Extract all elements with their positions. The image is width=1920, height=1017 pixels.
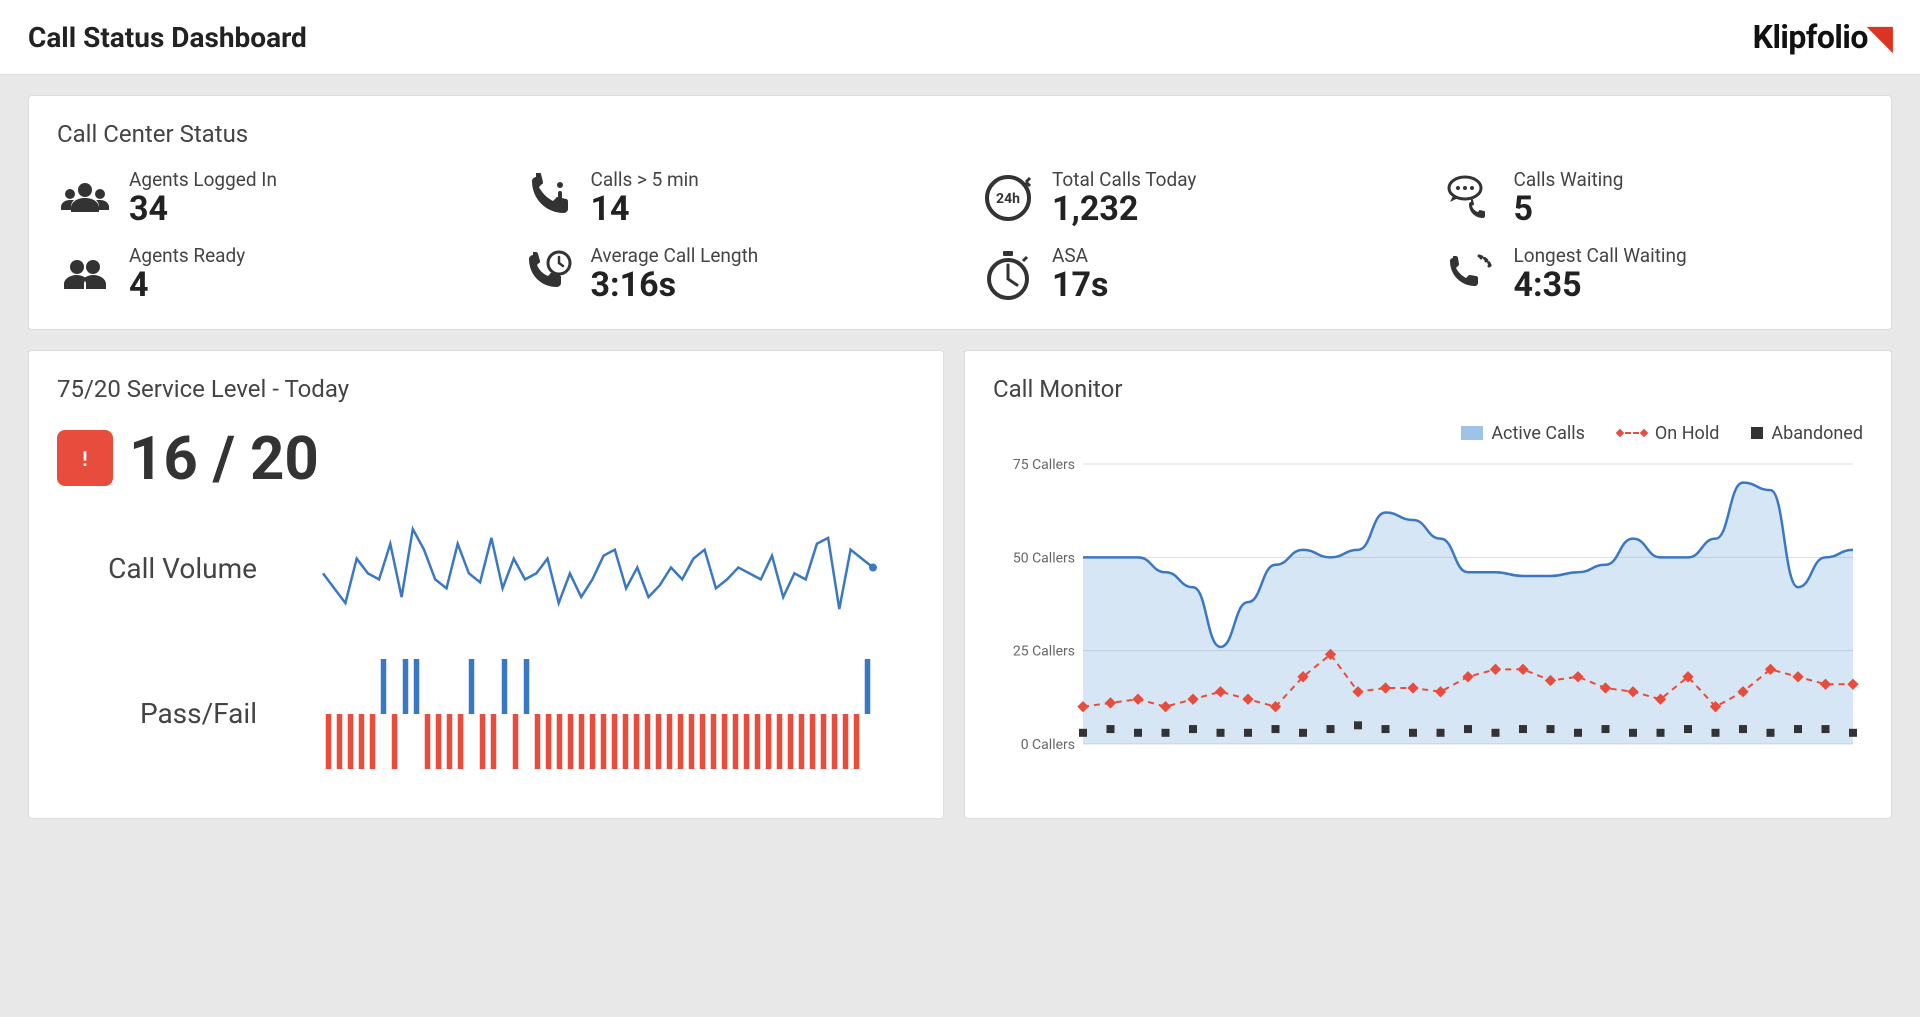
service-level-panel: 75/20 Service Level - Today 16 / 20 Call… [28,350,944,819]
stat-agents-logged-in: Agents Logged In34 [57,168,479,228]
speech-phone-icon [1442,170,1498,226]
stat-label: Agents Ready [129,244,245,267]
stat-label: Longest Call Waiting [1514,244,1687,267]
svg-text:75 Callers: 75 Callers [1013,457,1075,473]
alert-icon [57,430,113,486]
stat-value: 4 [129,267,245,304]
svg-text:24h: 24h [996,191,1020,207]
call-volume-label: Call Volume [57,552,257,585]
stat-calls-5-min: Calls > 5 min14 [519,168,941,228]
legend-abandoned: Abandoned [1751,423,1863,444]
legend-on-hold: On Hold [1617,423,1719,444]
svg-text:0 Callers: 0 Callers [1021,737,1075,753]
call-monitor-title: Call Monitor [993,375,1863,403]
service-level-title: 75/20 Service Level - Today [57,375,915,403]
stat-value: 4:35 [1514,267,1687,304]
stat-label: Calls > 5 min [591,168,699,191]
stat-label: ASA [1052,244,1108,267]
stopwatch-icon [980,247,1036,303]
phone-alert-icon [519,170,575,226]
call-monitor-chart: 0 Callers 25 Callers 50 Callers 75 Callers [993,454,1863,774]
svg-text:25 Callers: 25 Callers [1013,643,1075,659]
stat-value: 1,232 [1052,191,1196,228]
stat-label: Total Calls Today [1052,168,1196,191]
brand-logo: Klipfolio◥ [1753,18,1892,56]
clock-24h-icon: 24h [980,170,1036,226]
service-level-ratio: 16 / 20 [129,423,319,494]
stat-average-call-length: Average Call Length3:16s [519,244,941,304]
call-center-status-panel: Call Center Status Agents Logged In34 Cal… [28,95,1892,330]
stat-value: 5 [1514,191,1624,228]
stat-total-calls-today: 24h Total Calls Today1,232 [980,168,1402,228]
stat-value: 34 [129,191,277,228]
stat-label: Agents Logged In [129,168,277,191]
stat-asa: ASA17s [980,244,1402,304]
page-title: Call Status Dashboard [28,21,307,54]
stat-label: Calls Waiting [1514,168,1624,191]
pass-fail-chart [281,644,915,784]
call-monitor-legend: Active Calls On Hold Abandoned [993,423,1863,444]
agents-pair-icon [57,247,113,303]
stat-longest-call-waiting: Longest Call Waiting4:35 [1442,244,1864,304]
call-volume-chart [281,524,915,614]
stat-value: 14 [591,191,699,228]
stat-value: 3:16s [591,267,759,304]
pass-fail-label: Pass/Fail [57,697,257,730]
stat-label: Average Call Length [591,244,759,267]
stat-value: 17s [1052,267,1108,304]
call-monitor-panel: Call Monitor Active Calls On Hold Abando… [964,350,1892,819]
call-center-status-title: Call Center Status [57,120,1863,148]
legend-active-calls: Active Calls [1461,423,1585,444]
stat-calls-waiting: Calls Waiting5 [1442,168,1864,228]
svg-text:50 Callers: 50 Callers [1013,550,1075,566]
phone-clock-icon [519,247,575,303]
phone-dial-icon [1442,247,1498,303]
stat-agents-ready: Agents Ready4 [57,244,479,304]
agents-group-icon [57,170,113,226]
